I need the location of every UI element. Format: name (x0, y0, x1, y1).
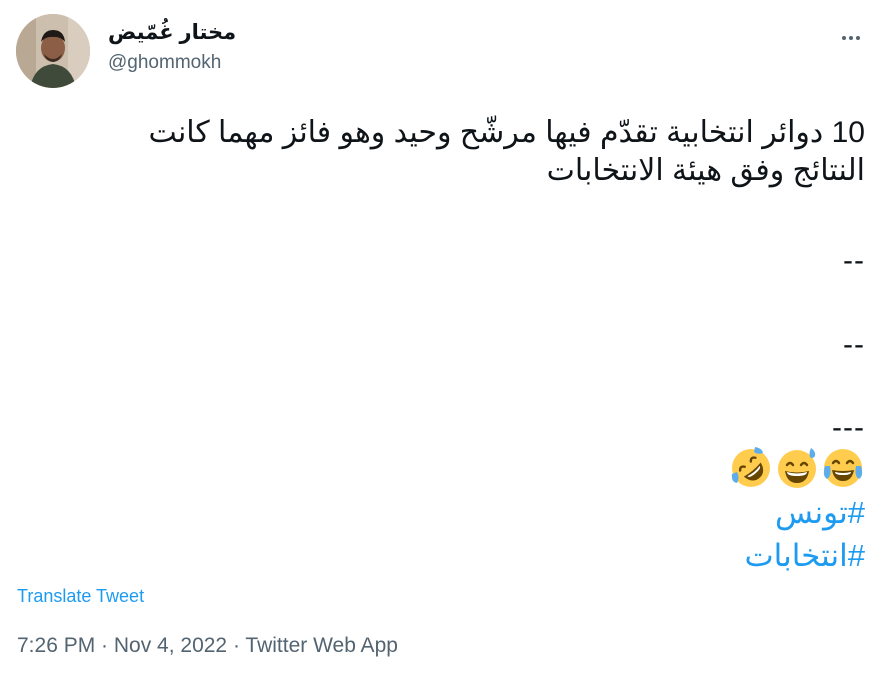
tweet-header: مختار غُمّيض @ghommokh (16, 14, 871, 90)
separator-text: --- (832, 411, 865, 444)
separator-text: -- (843, 244, 865, 277)
more-options-button[interactable] (837, 28, 865, 48)
user-info: مختار غُمّيض @ghommokh (108, 20, 236, 76)
avatar-photo-icon (16, 14, 90, 88)
hashtag-link[interactable]: #انتخابات (744, 537, 865, 575)
ellipsis-icon (842, 36, 846, 40)
rolling-on-floor-laughing-icon (731, 447, 770, 487)
avatar[interactable] (16, 14, 90, 88)
hashtag-link[interactable]: #تونس (775, 494, 865, 532)
user-handle[interactable]: @ghommokh (108, 50, 236, 76)
grinning-face-with-sweat-icon (778, 448, 816, 488)
tweet-text: 10 دوائر انتخابية تقدّم فيها مرشّح وحيد … (45, 114, 865, 190)
tweet-text-line: النتائج وفق هيئة الانتخابات (546, 154, 865, 187)
tweet-source-link[interactable]: Twitter Web App (245, 634, 398, 657)
translate-tweet-link[interactable]: Translate Tweet (17, 586, 144, 607)
ellipsis-icon (856, 36, 860, 40)
tweet-metadata: 7:26 PM · Nov 4, 2022 · Twitter Web App (17, 634, 398, 658)
face-with-tears-of-joy-icon (823, 449, 863, 487)
tweet-text-line: 10 دوائر انتخابية تقدّم فيها مرشّح وحيد … (148, 116, 865, 149)
separator-text: -- (843, 328, 865, 361)
emoji-row (729, 446, 865, 490)
tweet-timestamp[interactable]: 7:26 PM · Nov 4, 2022 · (17, 634, 245, 657)
ellipsis-icon (849, 36, 853, 40)
display-name[interactable]: مختار غُمّيض (108, 20, 236, 46)
